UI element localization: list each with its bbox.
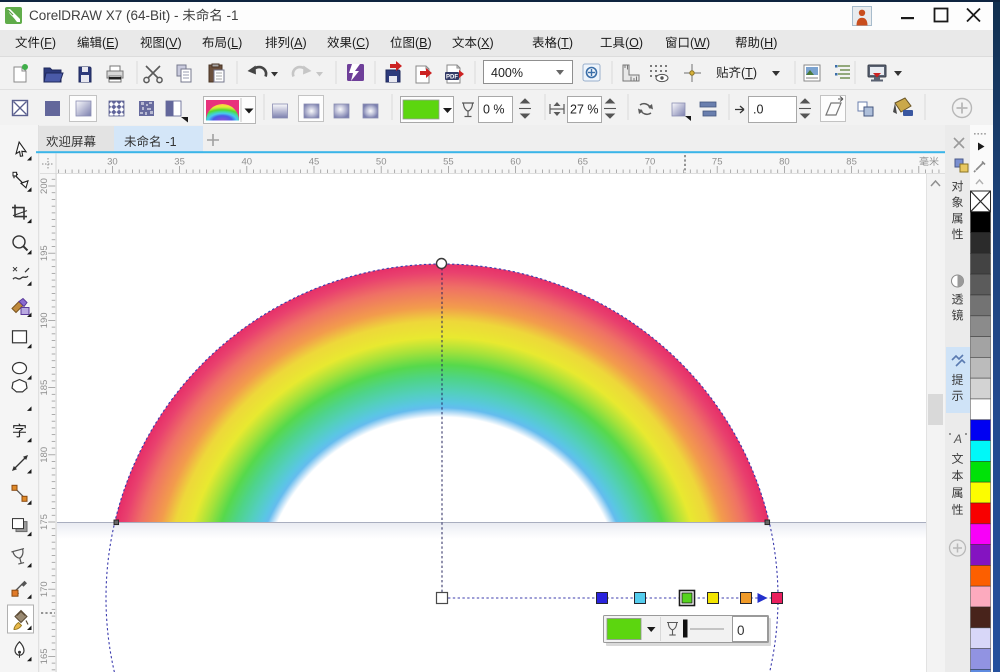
svg-text:45: 45 xyxy=(309,157,320,168)
svg-text:80: 80 xyxy=(779,157,790,168)
svg-text:A: A xyxy=(953,432,962,446)
svg-text:-1: -1 xyxy=(166,135,177,149)
svg-text:70: 70 xyxy=(645,157,656,168)
svg-text:27 %: 27 % xyxy=(570,103,599,117)
svg-text:35: 35 xyxy=(174,157,185,168)
svg-text:65: 65 xyxy=(578,157,589,168)
svg-text:400%: 400% xyxy=(491,66,523,80)
svg-text:.0: .0 xyxy=(753,103,763,117)
svg-text:0 %: 0 % xyxy=(483,103,505,117)
svg-text:0: 0 xyxy=(737,623,745,638)
svg-text:75: 75 xyxy=(712,157,723,168)
svg-text:(T): (T) xyxy=(741,66,757,80)
svg-text:50: 50 xyxy=(376,157,387,168)
svg-text:85: 85 xyxy=(846,157,857,168)
svg-text:60: 60 xyxy=(510,157,521,168)
svg-text:PDF: PDF xyxy=(446,75,458,81)
svg-text:30: 30 xyxy=(107,157,118,168)
svg-text:55: 55 xyxy=(443,157,454,168)
svg-text:40: 40 xyxy=(242,157,253,168)
